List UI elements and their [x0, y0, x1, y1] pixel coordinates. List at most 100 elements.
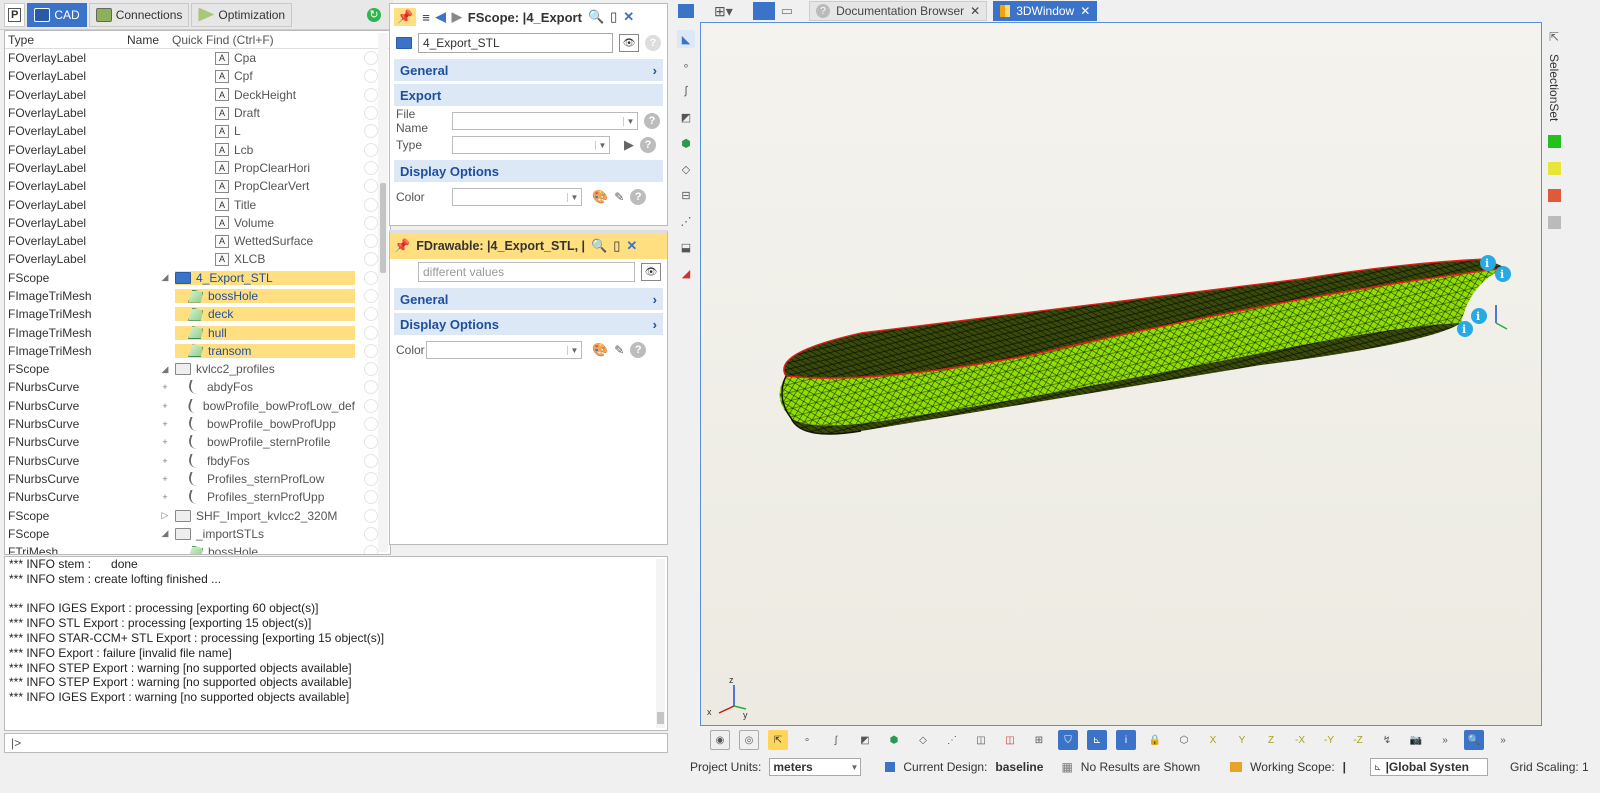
tab-3dwindow[interactable]: 3DWindow ✕	[993, 1, 1098, 21]
tree-row[interactable]: FNurbsCurve + bowProfile_sternProfile	[5, 433, 390, 451]
tree-row[interactable]: FImageTriMesh bossHole	[5, 287, 390, 305]
cube-icon[interactable]: ⬡	[1174, 730, 1194, 750]
scroll-thumb[interactable]	[380, 183, 386, 273]
mesh-tool-icon[interactable]: ⬢	[677, 134, 695, 152]
tree-row[interactable]: FOverlayLabel A XLCB	[5, 250, 390, 268]
tree-row[interactable]: FOverlayLabel A PropClearVert	[5, 177, 390, 195]
row-help-icon[interactable]	[364, 252, 378, 267]
help-icon[interactable]: ?	[630, 342, 647, 358]
point-tool-icon[interactable]: ∘	[677, 56, 695, 74]
tree-row[interactable]: FOverlayLabel A DeckHeight	[5, 86, 390, 104]
tree-row[interactable]: FNurbsCurve + fbdyFos	[5, 452, 390, 470]
expand-toggle-icon[interactable]: +	[155, 492, 175, 502]
yellow-swatch[interactable]	[1547, 162, 1561, 176]
expand-toggle-icon[interactable]: +	[155, 401, 175, 411]
view-minus-y-icon[interactable]: -Y	[1319, 730, 1339, 750]
back-arrow-icon[interactable]: ◀	[436, 9, 446, 25]
tree-row[interactable]: FNurbsCurve + bowProfile_bowProfLow_def	[5, 397, 390, 415]
drawable-name-field[interactable]: different values	[418, 262, 636, 282]
tree-row[interactable]: FOverlayLabel A Draft	[5, 104, 390, 122]
close-icon[interactable]: ✕	[626, 238, 637, 254]
row-help-icon[interactable]	[364, 270, 378, 285]
section-display-options[interactable]: Display Options	[394, 160, 663, 182]
gray-swatch[interactable]	[1547, 216, 1561, 230]
close-icon[interactable]: ✕	[970, 4, 980, 18]
tree-row[interactable]: FNurbsCurve + bowProfile_bowProfUpp	[5, 415, 390, 433]
row-help-icon[interactable]	[364, 343, 378, 358]
tree-row[interactable]: FNurbsCurve + abdyFos	[5, 378, 390, 396]
view-x-icon[interactable]: X	[1203, 730, 1223, 750]
console-scroll-thumb[interactable]	[657, 712, 664, 724]
refresh-icon[interactable]: ↻	[367, 7, 381, 22]
view-minus-z-icon[interactable]: -Z	[1348, 730, 1368, 750]
drawable-color-combo[interactable]: ▼	[426, 341, 582, 359]
tree-row[interactable]: FScope ◢ kvlcc2_profiles	[5, 360, 390, 378]
tab-project[interactable]: P	[4, 2, 26, 27]
row-help-icon[interactable]	[364, 87, 378, 102]
expand-toggle-icon[interactable]: +	[155, 437, 175, 447]
expand-toggle-icon[interactable]: ◢	[155, 528, 175, 539]
more-icon[interactable]: »	[1435, 730, 1455, 750]
shield-icon[interactable]: ⛉	[1058, 730, 1078, 750]
row-help-icon[interactable]	[364, 526, 378, 541]
palette-icon[interactable]: 🎨	[592, 189, 608, 205]
console-scrollbar[interactable]	[656, 559, 665, 728]
column-type[interactable]: Type	[5, 33, 127, 47]
drawable-section-display[interactable]: Display Options ›	[394, 313, 663, 335]
solid-icon[interactable]: ◇	[913, 730, 933, 750]
tree-row[interactable]: FTriMesh bossHole	[5, 543, 390, 554]
copy-icon[interactable]: ▯	[610, 9, 617, 25]
tree-row[interactable]: FOverlayLabel A PropClearHori	[5, 159, 390, 177]
row-help-icon[interactable]	[364, 69, 378, 84]
tree-row[interactable]: FNurbsCurve + Profiles_sternProfLow	[5, 470, 390, 488]
close-icon[interactable]: ✕	[1080, 4, 1090, 18]
command-input[interactable]: |>	[4, 733, 668, 753]
visibility-icon[interactable]: 👁	[619, 34, 640, 52]
expand-toggle-icon[interactable]: ▷	[155, 510, 175, 521]
file-name-combo[interactable]: ▼	[452, 112, 638, 130]
selection-set-tab[interactable]: SelectionSet	[1547, 54, 1561, 121]
dots-tool-icon[interactable]: ⋰	[677, 212, 695, 230]
list-icon[interactable]: ≡	[422, 10, 430, 25]
zoom-icon[interactable]: 🔍	[1464, 730, 1484, 750]
tree-row[interactable]: FOverlayLabel A Title	[5, 195, 390, 213]
row-help-icon[interactable]	[364, 453, 378, 468]
quick-find-input[interactable]: Quick Find (Ctrl+F)	[172, 33, 274, 47]
row-help-icon[interactable]	[364, 398, 378, 413]
expand-toggle-icon[interactable]: +	[155, 382, 175, 392]
section-general[interactable]: General ›	[394, 59, 663, 81]
expand-toggle-icon[interactable]: +	[155, 456, 175, 466]
tree-row[interactable]: FImageTriMesh transom	[5, 342, 390, 360]
green-swatch[interactable]	[1547, 135, 1561, 149]
point-icon[interactable]: ∘	[797, 730, 817, 750]
expand-toggle-icon[interactable]: ◢	[155, 364, 175, 375]
info-icon[interactable]: i	[1116, 730, 1136, 750]
row-help-icon[interactable]	[364, 325, 378, 340]
section-export[interactable]: Export	[394, 84, 663, 106]
row-help-icon[interactable]	[364, 124, 378, 139]
camera-icon[interactable]: 📷	[1406, 730, 1426, 750]
monitor-icon[interactable]: ▭	[781, 3, 793, 19]
axes-icon[interactable]: ⊾	[1087, 730, 1107, 750]
connection-tool-icon[interactable]: ⊟	[677, 186, 695, 204]
tree-row[interactable]: FImageTriMesh deck	[5, 305, 390, 323]
grid-icon[interactable]: ⊞	[1029, 730, 1049, 750]
run-icon[interactable]: ▶	[624, 137, 634, 153]
edit-icon[interactable]: ✎	[614, 343, 624, 357]
tree-row[interactable]: FScope ◢ _importSTLs	[5, 525, 390, 543]
view-minus-x-icon[interactable]: -X	[1290, 730, 1310, 750]
color-combo[interactable]: ▼	[452, 188, 582, 206]
pin-icon[interactable]: 📌	[394, 8, 417, 26]
color-tool-icon[interactable]: ◢	[677, 264, 695, 282]
cursor-icon[interactable]: ⇱	[1549, 30, 1559, 44]
3d-viewport[interactable]: i i i i z x y	[700, 22, 1542, 726]
tree-row[interactable]: FOverlayLabel A WettedSurface	[5, 232, 390, 250]
row-help-icon[interactable]	[364, 490, 378, 505]
tree-row[interactable]: FScope ◢ 4_Export_STL	[5, 269, 390, 287]
tree-row[interactable]: FOverlayLabel A L	[5, 122, 390, 140]
help-icon[interactable]: ?	[644, 113, 660, 129]
surface-tool-icon[interactable]: ◩	[677, 108, 695, 126]
row-help-icon[interactable]	[364, 160, 378, 175]
view-z-icon[interactable]: Z	[1261, 730, 1281, 750]
ring-icon[interactable]: ◎	[739, 730, 759, 750]
